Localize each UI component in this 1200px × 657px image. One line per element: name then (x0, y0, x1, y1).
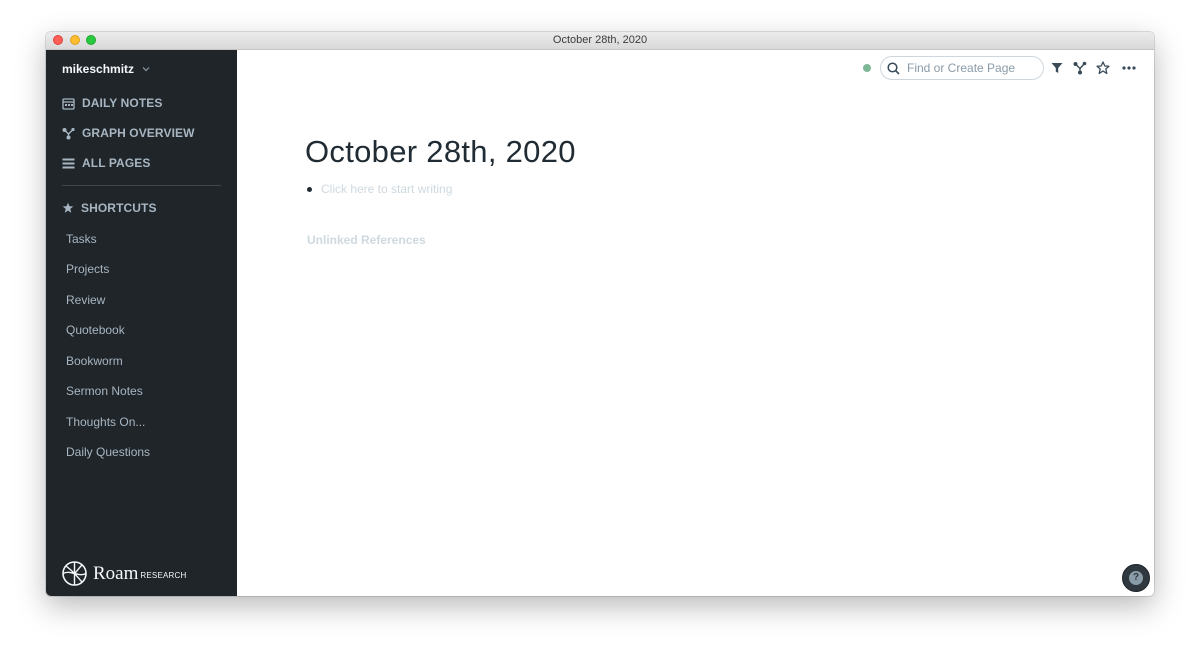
filter-button[interactable] (1049, 60, 1065, 76)
search-bar[interactable] (880, 56, 1044, 80)
block-row[interactable]: Click here to start writing (307, 182, 452, 196)
shortcut-daily-questions[interactable]: Daily Questions (66, 445, 150, 459)
sync-status-dot (863, 64, 871, 72)
roam-logo-icon (62, 561, 87, 586)
logo-word: Roam (93, 562, 139, 584)
nav-graph-overview[interactable]: GRAPH OVERVIEW (62, 126, 195, 140)
star-icon (62, 202, 74, 213)
shortcut-quotebook[interactable]: Quotebook (66, 323, 125, 337)
help-button[interactable]: ? (1122, 564, 1150, 592)
shortcut-bookworm[interactable]: Bookworm (66, 354, 123, 368)
shortcut-thoughts-on[interactable]: Thoughts On... (66, 415, 145, 429)
window-title: October 28th, 2020 (552, 34, 648, 46)
search-input[interactable] (905, 60, 1039, 76)
list-icon (62, 158, 75, 168)
star-icon (1096, 61, 1110, 75)
main-content: October 28th, 2020 Click here to start w… (237, 50, 1154, 596)
app-window: October 28th, 2020 mikeschmitz DAILY NOT… (46, 32, 1154, 596)
help-icon: ? (1129, 571, 1143, 585)
title-bar: October 28th, 2020 (46, 32, 1154, 50)
roam-logo: Roam RESEARCH (62, 561, 186, 586)
page-title[interactable]: October 28th, 2020 (305, 134, 576, 170)
unlinked-references-toggle[interactable]: Unlinked References (307, 233, 426, 247)
shortcut-sermon-notes[interactable]: Sermon Notes (66, 384, 143, 398)
graph-icon (62, 127, 75, 139)
graph-icon (1073, 61, 1087, 75)
chevron-down-icon (142, 67, 150, 72)
shortcuts-header: SHORTCUTS (62, 201, 157, 215)
bullet-icon[interactable] (307, 186, 312, 192)
nav-label: ALL PAGES (82, 156, 151, 170)
sidebar: mikeschmitz DAILY NOTES GRAPH OVERVIEW A… (46, 50, 237, 596)
more-icon (1122, 66, 1136, 70)
workspace-switcher[interactable]: mikeschmitz (62, 62, 150, 76)
workspace-name: mikeschmitz (62, 62, 135, 76)
sidebar-divider (62, 185, 221, 186)
logo-subtext: RESEARCH (140, 571, 187, 580)
graph-view-button[interactable] (1072, 60, 1088, 76)
shortcuts-header-label: SHORTCUTS (81, 201, 157, 215)
nav-daily-notes[interactable]: DAILY NOTES (62, 96, 162, 110)
filter-icon (1051, 63, 1063, 73)
shortcut-tasks[interactable]: Tasks (66, 232, 97, 246)
more-options-button[interactable] (1121, 60, 1137, 76)
block-placeholder[interactable]: Click here to start writing (321, 182, 452, 196)
shortcut-review[interactable]: Review (66, 293, 105, 307)
search-icon (887, 61, 900, 75)
nav-label: GRAPH OVERVIEW (82, 126, 195, 140)
nav-all-pages[interactable]: ALL PAGES (62, 156, 150, 170)
favorite-button[interactable] (1095, 60, 1111, 76)
calendar-icon (62, 97, 75, 110)
nav-label: DAILY NOTES (82, 96, 163, 110)
shortcut-projects[interactable]: Projects (66, 262, 109, 276)
